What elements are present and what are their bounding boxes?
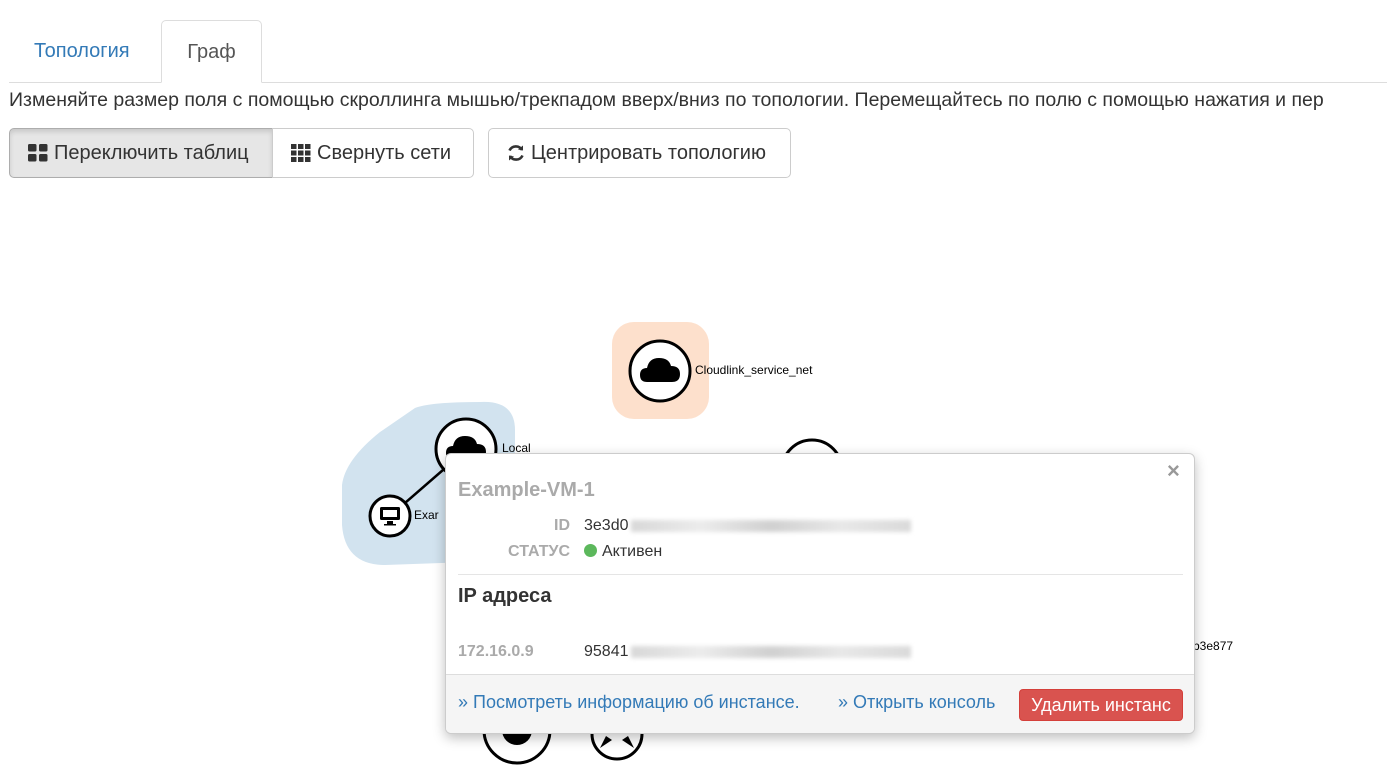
popup-footer: » Посмотреть информацию об инстансе. » О… [446,674,1194,733]
refresh-icon [508,145,524,161]
id-value: 3e3d0 [584,517,911,535]
instance-popup: × Example-VM-1 ID 3e3d0 СТАТУС Активен I… [445,453,1195,734]
close-icon[interactable]: × [1167,458,1180,484]
th-icon [291,144,311,162]
redacted-id [630,519,911,532]
toggle-tables-button[interactable]: Переключить таблиц [9,128,273,178]
port-id: 95841 [584,643,911,661]
th-large-icon [28,144,48,162]
center-topology-button[interactable]: Центрировать топологию [488,128,791,178]
ip-section-title: IP адреса [458,585,552,607]
topology-tabs: Топология Граф [9,20,1387,83]
help-text: Изменяйте размер поля с помощью скроллин… [9,89,1324,111]
status-value-text: Активен [602,543,663,560]
port-id-text: 95841 [584,643,629,660]
tab-graph[interactable]: Граф [161,20,262,83]
popup-divider [458,574,1183,575]
collapse-networks-label: Свернуть сети [317,141,452,164]
redacted-port-id [630,645,911,658]
partial-node-label: b3e877 [1193,639,1233,653]
id-label: ID [554,517,570,534]
instance-label: Exar [414,508,439,522]
status-value: Активен [584,543,662,561]
instance-node[interactable] [368,494,412,538]
network-label-cloudlink: Cloudlink_service_net [695,363,813,377]
status-dot-icon [584,544,597,557]
network-node-cloudlink[interactable] [628,339,692,403]
delete-instance-button[interactable]: Удалить инстанс [1019,689,1183,721]
tab-topology[interactable]: Топология [9,20,155,82]
open-console-link[interactable]: » Открыть консоль [838,692,995,713]
view-instance-link[interactable]: » Посмотреть информацию об инстансе. [458,692,800,713]
id-value-text: 3e3d0 [584,517,629,534]
toggle-tables-label: Переключить таблиц [54,141,249,164]
instance-title: Example-VM-1 [458,479,595,501]
status-label: СТАТУС [508,543,570,560]
ip-address: 172.16.0.9 [458,643,534,660]
center-topology-label: Центрировать топологию [531,141,766,164]
collapse-networks-button[interactable]: Свернуть сети [272,128,474,178]
